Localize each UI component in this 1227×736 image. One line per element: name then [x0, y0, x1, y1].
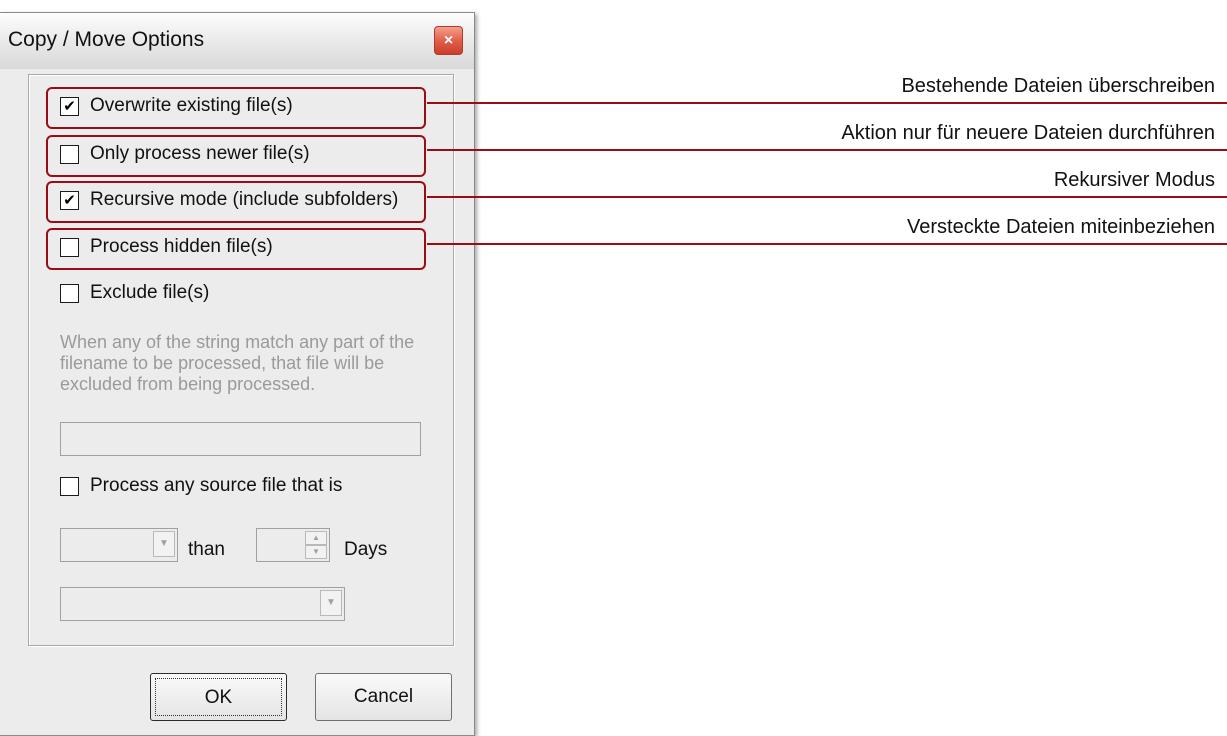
title-bar[interactable]: Copy / Move Options × — [0, 13, 474, 69]
callout-overwrite: Bestehende Dateien überschreiben — [901, 75, 1215, 97]
chevron-down-icon[interactable]: ▼ — [153, 531, 175, 557]
dialog-title: Copy / Move Options — [8, 28, 205, 51]
exclude-label: Exclude file(s) — [90, 282, 210, 303]
ok-button[interactable]: OK — [150, 673, 287, 721]
callout-newer-files: Aktion nur für neuere Dateien durchführe… — [841, 122, 1215, 144]
ok-button-label: OK — [155, 678, 282, 716]
comparison-select[interactable]: ▼ — [60, 528, 178, 562]
exclude-checkbox[interactable] — [60, 284, 79, 303]
leader-line-recursive — [427, 196, 1227, 198]
spin-up-icon[interactable]: ▲ — [305, 531, 327, 545]
highlight-hidden-files — [46, 228, 426, 270]
spin-down-icon[interactable]: ▼ — [305, 545, 327, 559]
than-label: than — [188, 539, 225, 560]
days-label: Days — [344, 539, 388, 560]
exclude-description: When any of the string match any part of… — [60, 332, 415, 394]
highlight-overwrite — [46, 87, 426, 129]
close-icon: × — [443, 32, 454, 49]
highlight-newer-files — [46, 135, 426, 177]
leader-line-newer-files — [427, 149, 1227, 151]
highlight-recursive — [46, 181, 426, 223]
date-type-select[interactable]: ▼ — [60, 587, 345, 621]
leader-line-overwrite — [427, 102, 1227, 104]
age-filter-checkbox[interactable] — [60, 477, 79, 496]
callout-hidden-files: Versteckte Dateien miteinbeziehen — [907, 216, 1215, 238]
days-spinner[interactable]: ▲ ▼ — [256, 528, 330, 562]
leader-line-hidden-files — [427, 243, 1227, 245]
age-filter-label: Process any source file that is — [90, 475, 343, 496]
cancel-button[interactable]: Cancel — [315, 673, 452, 721]
chevron-down-icon[interactable]: ▼ — [320, 590, 342, 616]
callout-recursive: Rekursiver Modus — [1053, 169, 1215, 191]
exclude-pattern-input[interactable] — [60, 422, 421, 456]
copy-move-options-dialog: Copy / Move Options × ✔ Overwrite existi… — [0, 12, 475, 736]
close-button[interactable]: × — [434, 26, 463, 55]
